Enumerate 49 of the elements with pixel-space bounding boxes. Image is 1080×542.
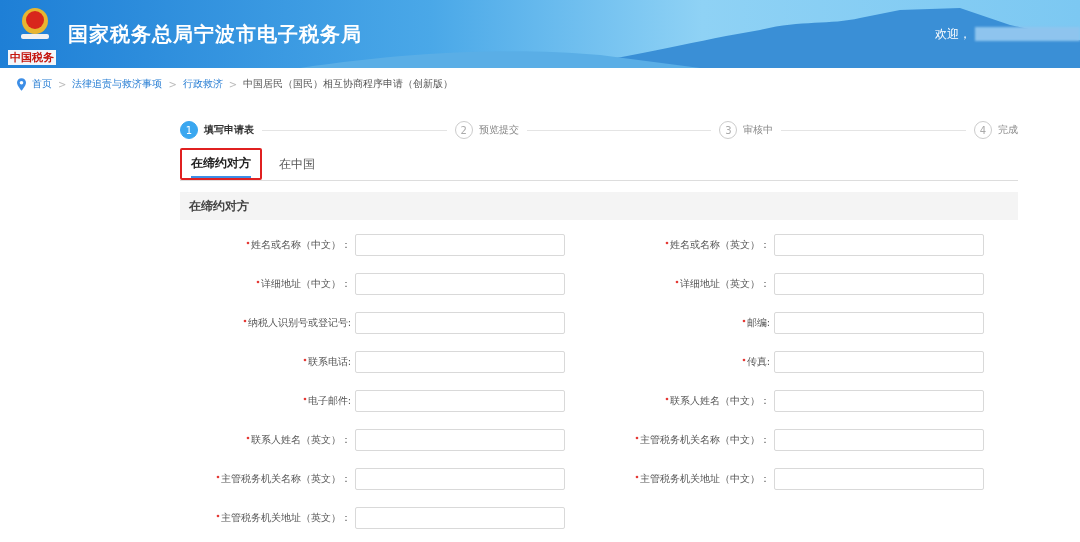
- field-label: 详细地址（英文）：: [680, 277, 770, 291]
- input-field[interactable]: [355, 312, 565, 334]
- field-label: 主管税务机关地址（英文）：: [221, 511, 351, 525]
- field-label: 姓名或名称（中文）：: [251, 238, 351, 252]
- field-label: 传真:: [746, 355, 770, 369]
- site-title: 国家税务总局宁波市电子税务局: [68, 20, 362, 48]
- welcome-text: 欢迎，: [935, 25, 971, 43]
- step-label: 完成: [998, 123, 1018, 137]
- field-label: 详细地址（中文）：: [261, 277, 351, 291]
- input-field[interactable]: [774, 429, 984, 451]
- breadcrumb-separator: >: [228, 78, 238, 90]
- field-label: 主管税务机关地址（中文）：: [640, 472, 770, 486]
- current-page-title: 中国居民（国民）相互协商程序申请（创新版）: [243, 77, 454, 91]
- field-label: 主管税务机关名称（中文）：: [640, 433, 770, 447]
- location-pin-icon: [17, 77, 26, 91]
- input-field[interactable]: [355, 429, 565, 451]
- input-field[interactable]: [774, 273, 984, 295]
- input-field[interactable]: [774, 351, 984, 373]
- field-label: 纳税人识别号或登记号:: [247, 316, 351, 330]
- input-field[interactable]: [774, 468, 984, 490]
- input-field[interactable]: [355, 351, 565, 373]
- input-field[interactable]: [355, 390, 565, 412]
- breadcrumb-link[interactable]: 首页: [32, 77, 52, 91]
- step-label: 审核中: [743, 123, 774, 137]
- input-field[interactable]: [774, 234, 984, 256]
- input-field[interactable]: [355, 468, 565, 490]
- breadcrumb-link[interactable]: 行政救济: [182, 77, 223, 91]
- field-label: 姓名或名称（英文）：: [670, 238, 770, 252]
- field-label: 主管税务机关名称（英文）：: [221, 472, 351, 486]
- field-label: 邮编:: [746, 316, 770, 330]
- section-header: 在缔约对方: [180, 192, 1018, 220]
- input-field[interactable]: [774, 390, 984, 412]
- field-label: 电子邮件:: [307, 394, 351, 408]
- input-field[interactable]: [774, 312, 984, 334]
- tab[interactable]: 在中国: [268, 148, 326, 180]
- field-label: 联系电话:: [307, 355, 351, 369]
- input-field[interactable]: [355, 273, 565, 295]
- input-field[interactable]: [355, 507, 565, 529]
- step-label: 填写申请表: [204, 123, 254, 137]
- field-label: 联系人姓名（中文）：: [670, 394, 770, 408]
- field-label: 联系人姓名（英文）：: [251, 433, 351, 447]
- tab[interactable]: 在缔约对方: [180, 148, 262, 180]
- input-field[interactable]: [355, 234, 565, 256]
- breadcrumb-link[interactable]: 法律追责与救济事项: [72, 77, 163, 91]
- step-number: 1: [180, 121, 198, 139]
- breadcrumb-separator: >: [58, 78, 67, 90]
- breadcrumb-separator: >: [168, 78, 177, 90]
- logo-caption: 中国税务: [8, 50, 56, 65]
- step-label: 预览提交: [478, 123, 519, 137]
